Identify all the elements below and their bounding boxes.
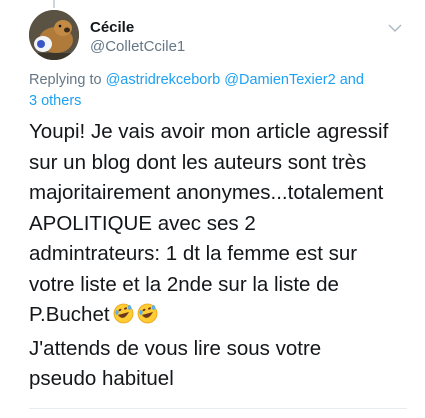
rolling-on-floor-laughing-emoji-icon bbox=[137, 303, 158, 334]
avatar[interactable] bbox=[29, 10, 79, 60]
chevron-down-icon bbox=[388, 24, 402, 32]
tweet-text-line: sur un blog dont les auteurs sont très bbox=[29, 150, 367, 174]
mention-link[interactable]: @astridrekceborb bbox=[106, 72, 221, 88]
tweet-text: Youpi! Je vais avoir mon article agressi… bbox=[29, 117, 409, 395]
tweet-text-line: votre liste et la 2nde sur la liste de bbox=[29, 272, 339, 296]
reply-and-text[interactable]: and bbox=[340, 72, 364, 88]
rolling-on-floor-laughing-emoji-icon bbox=[113, 303, 134, 334]
author-handle[interactable]: @ColletCcile1 bbox=[90, 37, 185, 56]
tweet-text-line: admintrateurs: 1 dt la femme est sur bbox=[29, 242, 358, 265]
reply-context: Replying to @astridrekceborb @DamienTexi… bbox=[29, 70, 401, 112]
divider bbox=[29, 408, 407, 409]
author-names: Cécile @ColletCcile1 bbox=[90, 18, 185, 56]
tweet-text-line: APOLITIQUE avec ses 2 bbox=[29, 211, 256, 235]
dog-photo-avatar-icon bbox=[29, 10, 79, 60]
others-link[interactable]: 3 others bbox=[29, 93, 81, 109]
mention-link[interactable]: @DamienTexier2 bbox=[224, 72, 335, 88]
author-display-name[interactable]: Cécile bbox=[90, 18, 185, 37]
tweet-text-line: pseudo habituel bbox=[29, 367, 174, 390]
tweet-menu-button[interactable] bbox=[385, 18, 405, 38]
tweet-text-line: J'attends de vous lire sous votre bbox=[29, 336, 322, 360]
tweet-text-line: Youpi! Je vais avoir mon article agressi… bbox=[29, 120, 389, 143]
tweet-text-line: P.Buchet bbox=[29, 303, 110, 326]
thread-connector-line bbox=[53, 0, 55, 8]
tweet-text-line: majoritairement anonymes...totalement bbox=[29, 181, 384, 204]
tweet-header: Cécile @ColletCcile1 bbox=[29, 10, 407, 62]
tweet-text-line-with-emoji: P.Buchet bbox=[29, 300, 409, 334]
reply-prefix: Replying to bbox=[29, 72, 102, 88]
